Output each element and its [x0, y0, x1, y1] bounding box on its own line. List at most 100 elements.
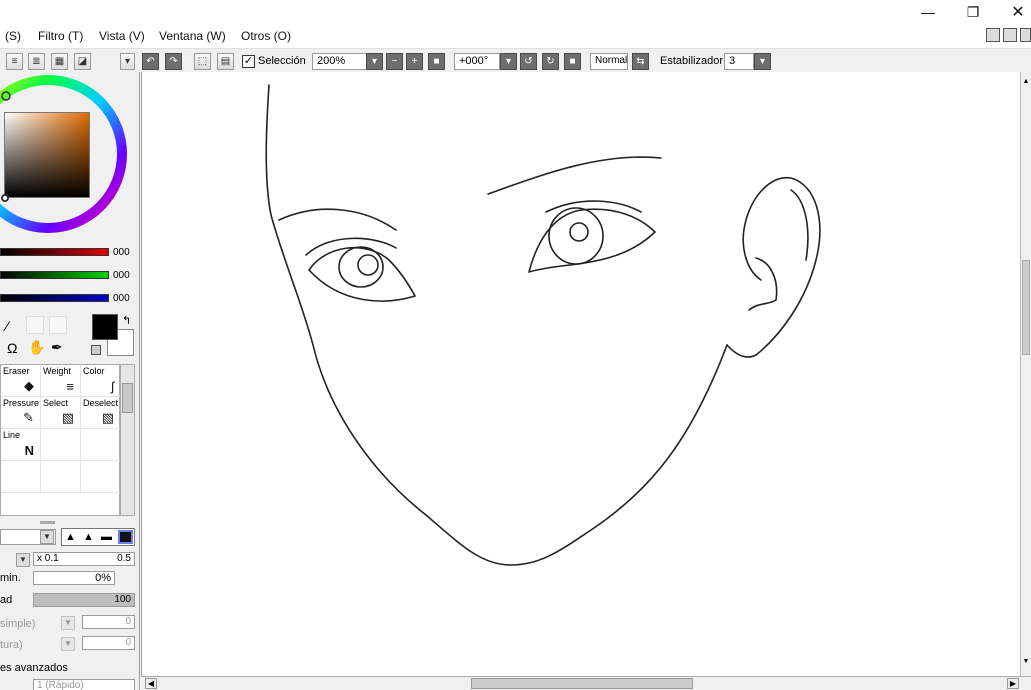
blend-mode-field[interactable]: Normal — [590, 53, 628, 70]
rotate-left-icon[interactable]: ↺ — [520, 53, 537, 70]
tool-slot-empty[interactable] — [41, 461, 81, 493]
tool-slot-empty[interactable] — [81, 429, 121, 461]
zoom-out-icon[interactable]: − — [386, 53, 403, 70]
scroll-thumb[interactable] — [122, 383, 133, 413]
eyedropper-icon[interactable]: ✒ — [51, 339, 63, 356]
menu-item[interactable]: Ventana (W) — [159, 29, 226, 43]
vertical-scrollbar[interactable]: ▲ ▼ — [1020, 72, 1031, 676]
scroll-left-icon[interactable]: ◀ — [145, 678, 157, 689]
zoom-in-icon[interactable]: + — [406, 53, 423, 70]
hand-icon[interactable]: ✋ — [28, 339, 45, 356]
zoom-dropdown-icon[interactable]: ▾ — [366, 53, 383, 70]
horizontal-scrollbar[interactable]: ◀ ▶ — [141, 676, 1031, 690]
chevron-down-icon[interactable]: ▼ — [40, 530, 54, 544]
magic-wand-icon[interactable]: ⁄ — [6, 318, 8, 334]
tool-label: Eraser — [3, 366, 30, 376]
lasso-icon[interactable]: Ω — [7, 340, 17, 356]
chevron-down-icon[interactable]: ▼ — [61, 616, 75, 630]
texture-value-field[interactable]: 0 — [82, 636, 135, 650]
restore-button[interactable]: ❐ — [950, 0, 996, 24]
tool-pressure[interactable]: Pressure ✎ — [1, 397, 41, 429]
empty-slot[interactable] — [49, 316, 67, 334]
scroll-thumb[interactable] — [1022, 260, 1030, 355]
tool-select[interactable]: Select ▧ — [41, 397, 81, 429]
tool-weight[interactable]: Weight ≡ — [41, 365, 81, 397]
panel-splitter[interactable] — [40, 521, 55, 524]
stabilizer-dropdown-icon[interactable]: ▾ — [754, 53, 771, 70]
tool-color[interactable]: Color ʃ — [81, 365, 121, 397]
ear-fold — [748, 257, 778, 311]
tool-label: Line — [3, 430, 21, 440]
menu-item[interactable]: (S) — [5, 29, 21, 43]
scroll-right-icon[interactable]: ▶ — [1007, 678, 1019, 689]
stabilizer-field[interactable]: 3 — [724, 53, 754, 70]
mdi-close-button[interactable] — [1020, 28, 1031, 42]
rotate-right-icon[interactable]: ↻ — [542, 53, 559, 70]
menu-bar: (S) Filtro (T) Vista (V) Ventana (W) Otros (… — [0, 24, 1031, 48]
invert-selection-icon[interactable]: ▤ — [217, 53, 234, 70]
empty-slot[interactable] — [26, 316, 44, 334]
foreground-color-swatch[interactable] — [92, 314, 118, 340]
close-button[interactable]: ✕ — [995, 0, 1031, 24]
min-size-field[interactable]: 0% — [33, 571, 115, 585]
menu-item[interactable]: Otros (O) — [241, 29, 291, 43]
saturation-value-square[interactable] — [4, 112, 90, 198]
chevron-down-icon[interactable]: ▼ — [61, 637, 75, 651]
shape-value-field[interactable]: 0 — [82, 615, 135, 629]
color-picker-handle[interactable] — [1, 194, 9, 202]
right-eye — [528, 208, 656, 273]
tip-hard-icon[interactable]: ▲ — [65, 531, 76, 543]
tool-deselect[interactable]: Deselect ▧ — [81, 397, 121, 429]
selection-checkbox[interactable]: ✓ — [242, 55, 255, 68]
redo-icon[interactable]: ↷ — [165, 53, 182, 70]
drawing-canvas[interactable] — [141, 72, 1020, 676]
rotation-reset-icon[interactable]: ■ — [564, 53, 581, 70]
stabilizer-label: Estabilizador — [660, 55, 723, 67]
list-icon[interactable]: ≣ — [28, 53, 45, 70]
grid-icon[interactable]: ▦ — [51, 53, 68, 70]
rotation-dropdown-icon[interactable]: ▾ — [500, 53, 517, 70]
scroll-down-icon[interactable]: ▼ — [1021, 658, 1031, 668]
menu-item[interactable]: Vista (V) — [99, 29, 145, 43]
red-slider[interactable] — [0, 248, 109, 256]
minimize-button[interactable]: — — [905, 0, 951, 24]
tip-medium-icon[interactable]: ▲ — [83, 531, 94, 543]
menu-icon[interactable]: ≡ — [6, 53, 23, 70]
brush-tip-selector[interactable]: ▲ ▲ ▬ — [61, 528, 135, 546]
rotation-field[interactable]: +000° — [454, 53, 500, 70]
tool-label: Color — [83, 366, 105, 376]
zoom-reset-icon[interactable]: ■ — [428, 53, 445, 70]
brush-size-field[interactable]: x 0.1 0.5 — [33, 552, 135, 566]
zoom-field[interactable]: 200% — [312, 53, 367, 70]
scroll-thumb[interactable] — [471, 678, 693, 689]
preview-icon[interactable]: ◪ — [74, 53, 91, 70]
chevron-down-icon[interactable]: ▼ — [16, 553, 30, 567]
swap-colors-icon[interactable]: ↰ — [122, 314, 131, 327]
mdi-minimize-button[interactable] — [986, 28, 1000, 42]
deselect-icon: ▧ — [101, 410, 114, 425]
tool-grid-scrollbar[interactable] — [120, 364, 135, 516]
tip-square-icon[interactable] — [118, 530, 133, 544]
pressure-icon: ✎ — [23, 410, 34, 425]
mdi-restore-button[interactable] — [1003, 28, 1017, 42]
menu-item[interactable]: Filtro (T) — [38, 29, 83, 43]
blue-slider[interactable] — [0, 294, 109, 302]
undo-icon[interactable]: ↶ — [142, 53, 159, 70]
green-slider[interactable] — [0, 271, 109, 279]
ear-inner — [790, 189, 809, 261]
panel-dropdown-icon[interactable]: ▾ — [120, 53, 135, 70]
tool-slot-empty[interactable] — [1, 461, 41, 493]
red-value: 000 — [113, 247, 130, 258]
tool-slot-empty[interactable] — [81, 461, 121, 493]
tool-grid: Eraser ◆ Weight ≡ Color ʃ Pressure ✎ Sel… — [0, 364, 121, 516]
tool-line[interactable]: Line N — [1, 429, 41, 461]
reset-colors-icon[interactable] — [91, 345, 101, 355]
tool-eraser[interactable]: Eraser ◆ — [1, 365, 41, 397]
density-slider[interactable]: 100 — [33, 593, 135, 607]
quality-select[interactable]: 1 (Rápido) — [33, 679, 135, 690]
deselect-icon[interactable]: ⬚ — [194, 53, 211, 70]
flip-icon[interactable]: ⇆ — [632, 53, 649, 70]
tip-soft-icon[interactable]: ▬ — [101, 531, 112, 543]
scroll-up-icon[interactable]: ▲ — [1021, 78, 1031, 88]
tool-slot-empty[interactable] — [41, 429, 81, 461]
